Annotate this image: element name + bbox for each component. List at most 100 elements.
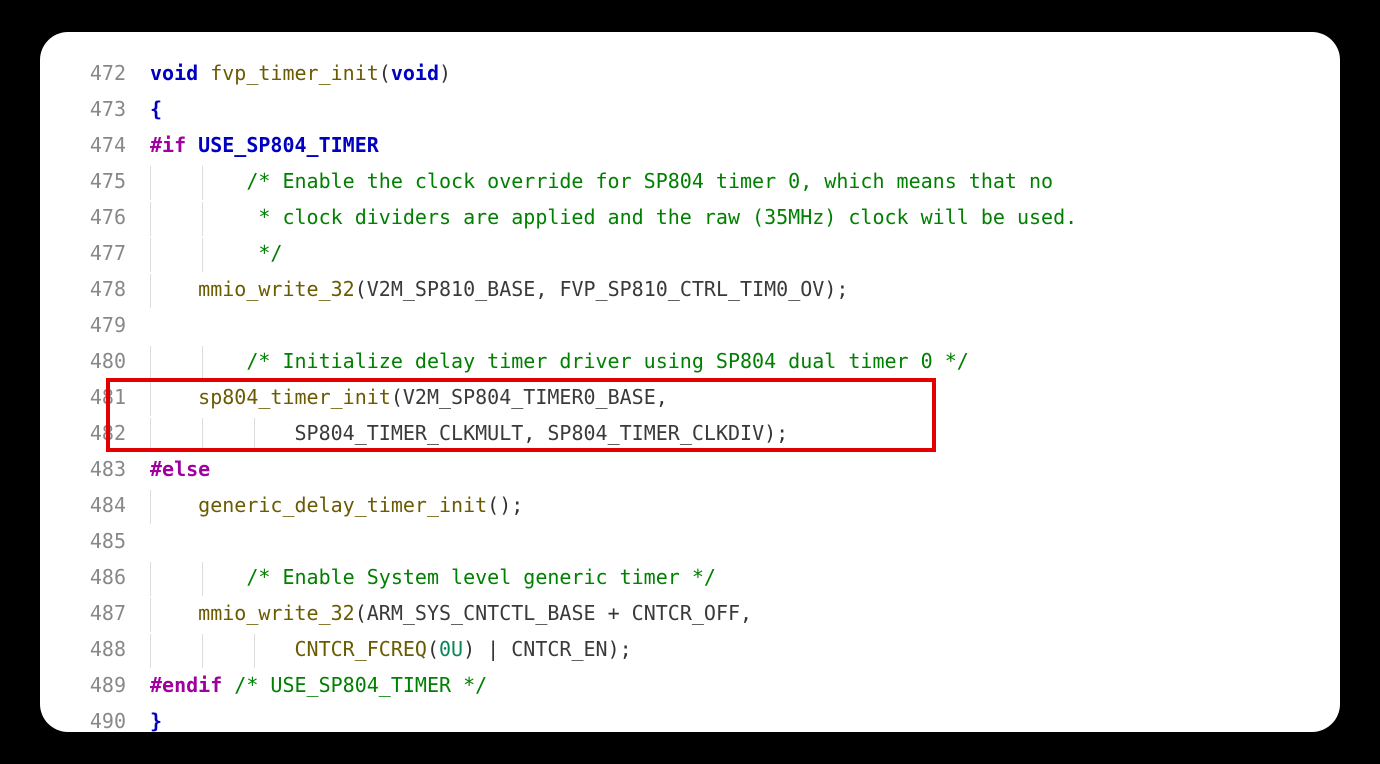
- token-punct: ,: [656, 385, 668, 409]
- indent-guide: [150, 598, 151, 632]
- token-ident: CNTCR_OFF: [632, 601, 740, 625]
- code-line[interactable]: 473{: [40, 92, 1300, 128]
- line-content[interactable]: /* Enable System level generic timer */: [150, 560, 716, 594]
- code-line[interactable]: 487 mmio_write_32(ARM_SYS_CNTCTL_BASE + …: [40, 596, 1300, 632]
- token-ident: SP804_TIMER_CLKDIV: [547, 421, 764, 445]
- code-line[interactable]: 483#else: [40, 452, 1300, 488]
- code-editor-panel: 472void fvp_timer_init(void)473{474#if U…: [40, 32, 1340, 732]
- line-content[interactable]: /* Initialize delay timer driver using S…: [150, 344, 969, 378]
- line-number: 487: [40, 596, 150, 630]
- indent-guide: [202, 346, 203, 380]
- token-punct: (: [355, 601, 367, 625]
- indent-space: [150, 349, 246, 373]
- token-punct: ();: [487, 493, 523, 517]
- line-number: 481: [40, 380, 150, 414]
- line-content[interactable]: }: [150, 704, 162, 732]
- code-line[interactable]: 475 /* Enable the clock override for SP8…: [40, 164, 1300, 200]
- code-line[interactable]: 485: [40, 524, 1300, 560]
- indent-guide: [150, 346, 151, 380]
- token-punct: (: [355, 277, 367, 301]
- token-comment: /* USE_SP804_TIMER */: [234, 673, 487, 697]
- code-line[interactable]: 477 */: [40, 236, 1300, 272]
- line-content[interactable]: #if USE_SP804_TIMER: [150, 128, 379, 162]
- code-line[interactable]: 490}: [40, 704, 1300, 732]
- indent-guide: [202, 418, 203, 452]
- line-number: 482: [40, 416, 150, 450]
- line-number: 489: [40, 668, 150, 702]
- token-punct: );: [764, 421, 788, 445]
- line-number: 475: [40, 164, 150, 198]
- indent-guide: [254, 634, 255, 668]
- code-line[interactable]: 484 generic_delay_timer_init();: [40, 488, 1300, 524]
- token-comment: /* Enable the clock override for SP804 t…: [246, 169, 1053, 193]
- indent-space: [150, 565, 246, 589]
- line-number: 476: [40, 200, 150, 234]
- indent-guide: [150, 490, 151, 524]
- token-brace: {: [150, 97, 162, 121]
- token-punct: (: [379, 61, 391, 85]
- indent-guide: [202, 238, 203, 272]
- code-line[interactable]: 479: [40, 308, 1300, 344]
- code-line[interactable]: 472void fvp_timer_init(void): [40, 56, 1300, 92]
- token-ident: V2M_SP810_BASE: [367, 277, 536, 301]
- code-line[interactable]: 488 CNTCR_FCREQ(0U) | CNTCR_EN);: [40, 632, 1300, 668]
- code-line[interactable]: 482 SP804_TIMER_CLKMULT, SP804_TIMER_CLK…: [40, 416, 1300, 452]
- token-ident: ARM_SYS_CNTCTL_BASE: [367, 601, 596, 625]
- indent-space: [150, 205, 246, 229]
- code-line[interactable]: 486 /* Enable System level generic timer…: [40, 560, 1300, 596]
- token-type: void: [150, 61, 210, 85]
- token-fn: fvp_timer_init: [210, 61, 379, 85]
- code-line[interactable]: 478 mmio_write_32(V2M_SP810_BASE, FVP_SP…: [40, 272, 1300, 308]
- indent-guide: [202, 634, 203, 668]
- line-number: 474: [40, 128, 150, 162]
- line-content[interactable]: /* Enable the clock override for SP804 t…: [150, 164, 1053, 198]
- token-pp: #endif: [150, 673, 234, 697]
- token-punct: ,: [523, 421, 547, 445]
- indent-guide: [150, 166, 151, 200]
- line-number: 479: [40, 308, 150, 342]
- token-punct: ): [439, 61, 451, 85]
- indent-guide: [202, 202, 203, 236]
- code-line[interactable]: 481 sp804_timer_init(V2M_SP804_TIMER0_BA…: [40, 380, 1300, 416]
- token-punct: );: [824, 277, 848, 301]
- token-punct: (: [427, 637, 439, 661]
- code-area[interactable]: 472void fvp_timer_init(void)473{474#if U…: [40, 56, 1300, 732]
- token-ident: FVP_SP810_CTRL_TIM0_OV: [559, 277, 824, 301]
- line-content[interactable]: sp804_timer_init(V2M_SP804_TIMER0_BASE,: [150, 380, 668, 414]
- indent-guide: [150, 238, 151, 272]
- line-content[interactable]: #else: [150, 452, 210, 486]
- line-content[interactable]: void fvp_timer_init(void): [150, 56, 451, 90]
- line-content[interactable]: generic_delay_timer_init();: [150, 488, 523, 522]
- line-content[interactable]: */: [150, 236, 282, 270]
- token-brace: }: [150, 709, 162, 732]
- code-line[interactable]: 489#endif /* USE_SP804_TIMER */: [40, 668, 1300, 704]
- indent-guide: [150, 202, 151, 236]
- code-line[interactable]: 474#if USE_SP804_TIMER: [40, 128, 1300, 164]
- indent-space: [150, 385, 198, 409]
- indent-guide: [150, 418, 151, 452]
- line-content[interactable]: CNTCR_FCREQ(0U) | CNTCR_EN);: [150, 632, 632, 666]
- line-number: 473: [40, 92, 150, 126]
- token-punct: (: [391, 385, 403, 409]
- line-content[interactable]: mmio_write_32(V2M_SP810_BASE, FVP_SP810_…: [150, 272, 848, 306]
- line-number: 484: [40, 488, 150, 522]
- indent-space: [150, 421, 295, 445]
- token-fn: mmio_write_32: [198, 601, 355, 625]
- line-content[interactable]: {: [150, 92, 162, 126]
- line-content[interactable]: * clock dividers are applied and the raw…: [150, 200, 1077, 234]
- line-content[interactable]: #endif /* USE_SP804_TIMER */: [150, 668, 487, 702]
- line-number: 488: [40, 632, 150, 666]
- indent-guide: [150, 634, 151, 668]
- token-fn: sp804_timer_init: [198, 385, 391, 409]
- token-ident: SP804_TIMER_CLKMULT: [295, 421, 524, 445]
- token-punct: );: [608, 637, 632, 661]
- indent-guide: [150, 562, 151, 596]
- line-number: 483: [40, 452, 150, 486]
- token-comment: */: [246, 241, 282, 265]
- token-pp: #if: [150, 133, 198, 157]
- line-content[interactable]: mmio_write_32(ARM_SYS_CNTCTL_BASE + CNTC…: [150, 596, 752, 630]
- code-line[interactable]: 476 * clock dividers are applied and the…: [40, 200, 1300, 236]
- line-number: 477: [40, 236, 150, 270]
- code-line[interactable]: 480 /* Initialize delay timer driver usi…: [40, 344, 1300, 380]
- line-content[interactable]: SP804_TIMER_CLKMULT, SP804_TIMER_CLKDIV)…: [150, 416, 788, 450]
